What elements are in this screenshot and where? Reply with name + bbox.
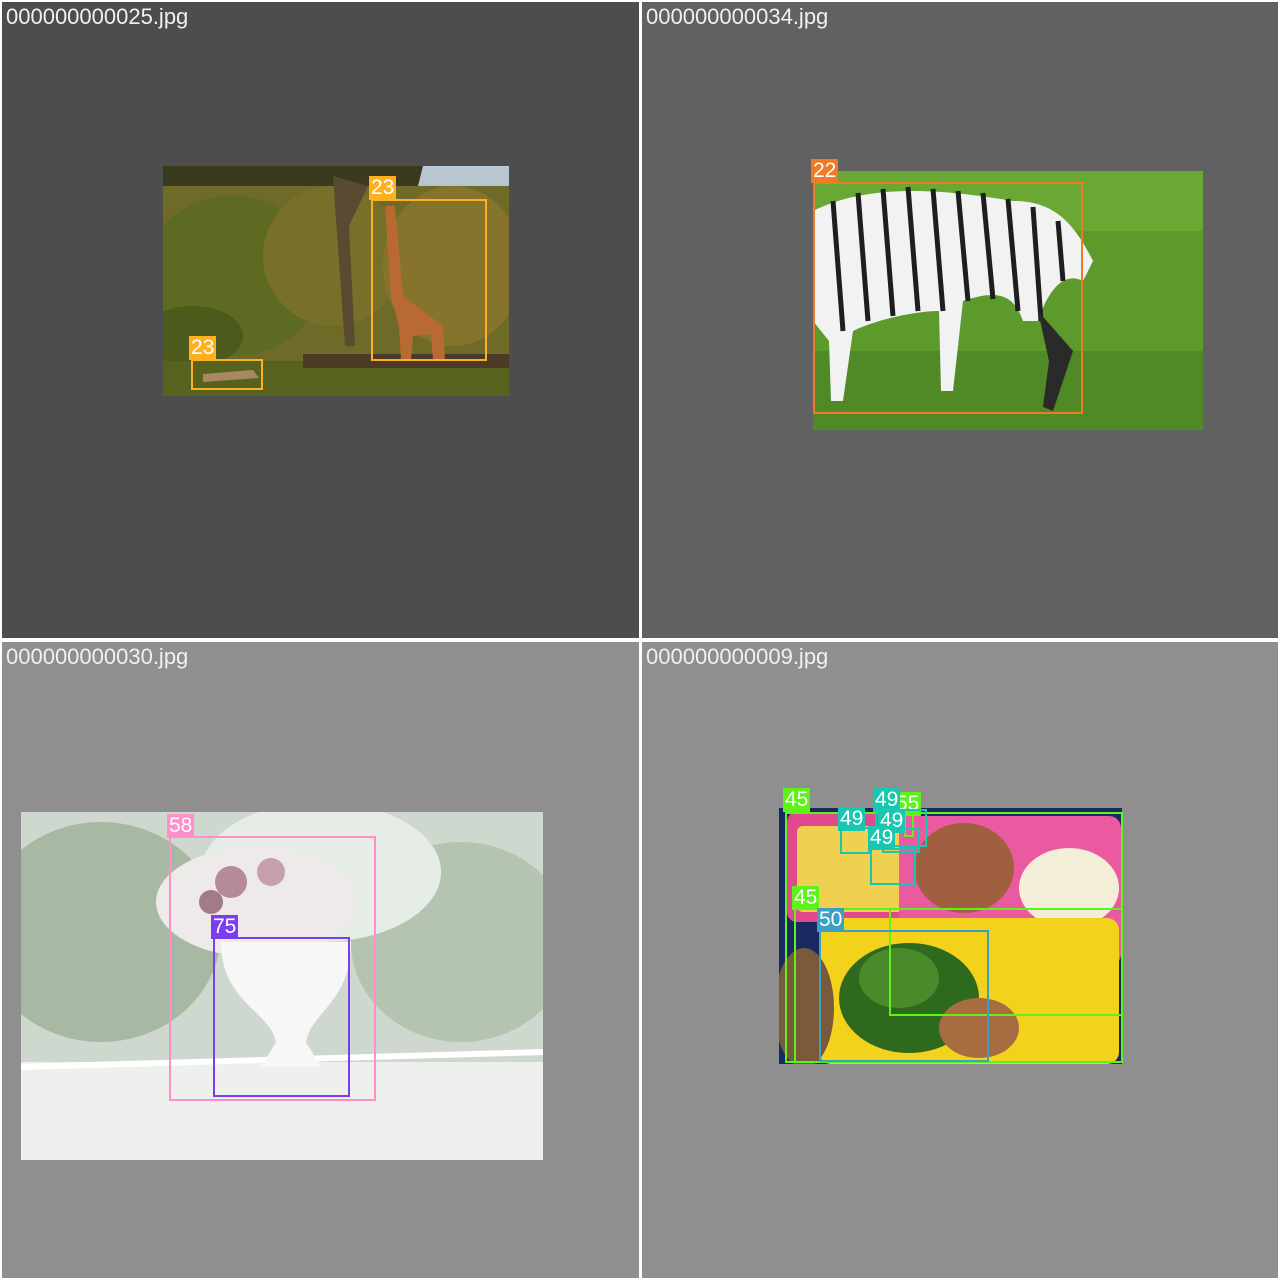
detection-label: 23	[189, 336, 217, 360]
detection-label: 58	[167, 814, 195, 838]
detection-label: 22	[811, 159, 839, 183]
tile-000000000034: 000000000034.jpg 22	[642, 2, 1278, 638]
detection-label: 23	[369, 176, 397, 200]
detection-label: 45	[783, 788, 811, 812]
detection-label: 49	[838, 807, 866, 831]
detection-box	[213, 937, 350, 1097]
tile-000000000009: 000000000009.jpg 45 49 55 49 49 49 45 50	[642, 642, 1278, 1278]
tile-000000000030: 000000000030.jpg 58 75	[2, 642, 639, 1278]
tile-filename: 000000000009.jpg	[646, 644, 829, 669]
detection-box	[840, 827, 870, 854]
detection-box	[813, 182, 1083, 414]
detection-label: 50	[817, 908, 845, 932]
detection-box	[191, 359, 263, 390]
detection-label: 49	[868, 826, 896, 850]
tile-000000000025: 000000000025.jpg 23 23	[2, 2, 639, 638]
detection-box	[371, 199, 487, 361]
tile-filename: 000000000034.jpg	[646, 4, 829, 29]
tile-filename: 000000000025.jpg	[6, 4, 189, 29]
detection-box	[870, 848, 916, 885]
detection-box	[819, 930, 989, 1062]
detection-label: 45	[792, 886, 820, 910]
detection-label: 75	[211, 915, 239, 939]
tile-filename: 000000000030.jpg	[6, 644, 189, 669]
